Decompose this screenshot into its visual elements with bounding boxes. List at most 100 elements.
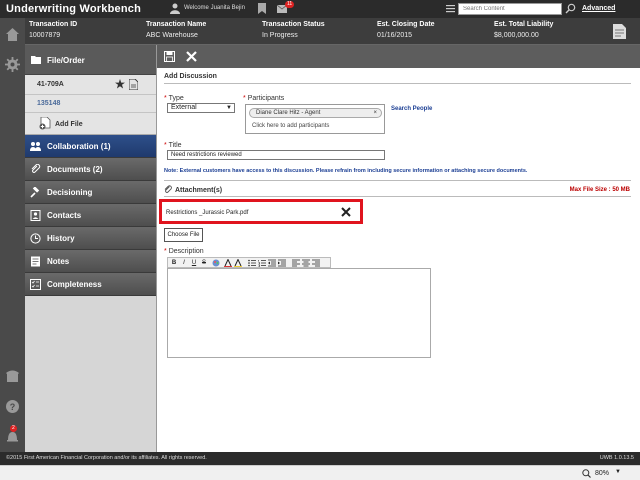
zoom-level: 80%	[595, 470, 610, 477]
search-people-link[interactable]: Search People	[391, 106, 432, 112]
mail-count-badge: 11	[285, 1, 295, 8]
section-title: Add Discussion	[164, 73, 217, 80]
copyright-text: ©2015 First American Financial Corporati…	[6, 455, 207, 461]
star-icon[interactable]	[115, 79, 125, 89]
transaction-header: Transaction ID 10007879 Transaction Name…	[25, 18, 640, 45]
add-file-button[interactable]: Add File	[25, 113, 156, 135]
notification-count-badge: 2	[10, 425, 17, 432]
phone-icon[interactable]	[5, 368, 20, 383]
editor-toolbar: B I U S	[167, 257, 331, 268]
participants-field[interactable]: Diane Clare Hitz - Agent × Click here to …	[245, 104, 385, 134]
file-sub-item[interactable]: 135148	[25, 95, 156, 113]
align-right-icon[interactable]	[312, 259, 320, 267]
folder-icon	[31, 56, 41, 64]
contacts-icon	[30, 210, 41, 221]
highlight-icon[interactable]	[234, 259, 242, 267]
divider	[164, 83, 631, 84]
participant-chip: Diane Clare Hitz - Agent ×	[249, 108, 382, 118]
file-order-header: File/Order	[25, 45, 156, 75]
document-icon[interactable]	[613, 24, 626, 39]
nav-item-documents[interactable]: Documents (2)	[25, 158, 156, 181]
transaction-status: Transaction Status In Progress	[262, 21, 325, 39]
file-sub-number: 135148	[37, 100, 61, 107]
align-center-icon[interactable]	[302, 259, 310, 267]
pdf-icon[interactable]	[129, 79, 138, 90]
nav-item-collaboration[interactable]: Collaboration (1)	[25, 135, 156, 158]
notes-icon	[31, 256, 40, 267]
help-icon[interactable]: ?	[5, 399, 20, 414]
list-icon[interactable]	[446, 4, 455, 13]
main-panel: Add Discussion * Type External ▼ * Partic…	[156, 45, 640, 452]
type-label: * Type	[164, 95, 184, 102]
nav-item-decisioning[interactable]: Decisioning	[25, 181, 156, 204]
title-input[interactable]: Need restrictions reviewed	[167, 150, 385, 160]
title-label: * Title	[164, 142, 182, 149]
max-file-size: Max File Size : 50 MB	[569, 187, 630, 193]
version-text: UWB 1.0.13.5	[599, 455, 634, 461]
side-nav: File/Order 41-709A 135148 Add File Colla…	[25, 45, 156, 452]
transaction-id: Transaction ID 10007879	[29, 21, 78, 39]
external-note: Note: External customers have access to …	[164, 168, 528, 174]
color-palette-icon[interactable]	[212, 259, 220, 267]
underline-button[interactable]: U	[190, 259, 198, 267]
search-icon[interactable]	[565, 3, 576, 14]
font-color-icon[interactable]	[224, 259, 232, 267]
svg-text:?: ?	[10, 402, 16, 412]
divider	[164, 180, 631, 181]
attachments-label: Attachment(s)	[175, 187, 223, 194]
strikethrough-button[interactable]: S	[200, 259, 208, 267]
italic-button[interactable]: I	[180, 259, 188, 267]
user-icon	[170, 3, 180, 14]
advanced-search-link[interactable]: Advanced	[582, 5, 615, 12]
gear-icon[interactable]	[5, 57, 20, 72]
add-file-label: Add File	[55, 121, 83, 128]
gavel-icon	[30, 187, 40, 198]
welcome-text: Welcome Juanita Bejin	[184, 5, 245, 11]
paperclip-icon	[31, 164, 41, 173]
browser-status-bar: 80% ▼	[0, 465, 640, 480]
add-file-icon	[39, 117, 51, 130]
form-toolbar	[157, 45, 640, 68]
remove-participant-icon[interactable]: ×	[373, 109, 377, 117]
file-id: 41-709A	[37, 81, 64, 88]
bold-button[interactable]: B	[170, 259, 178, 267]
nav-item-contacts[interactable]: Contacts	[25, 204, 156, 227]
bullet-list-icon[interactable]	[248, 259, 256, 267]
numbered-list-icon[interactable]	[258, 259, 266, 267]
remove-attachment-icon[interactable]	[341, 207, 351, 217]
choose-file-button[interactable]: Choose File	[164, 228, 203, 242]
left-rail: ? 2	[0, 18, 25, 452]
attachment-filename: Restrictions _Jurassic Park.pdf	[166, 210, 249, 216]
description-editor[interactable]	[167, 268, 431, 358]
type-select[interactable]: External ▼	[167, 103, 235, 113]
home-icon[interactable]	[5, 27, 20, 42]
nav-item-notes[interactable]: Notes	[25, 250, 156, 273]
clock-icon	[30, 233, 41, 244]
save-icon[interactable]	[164, 51, 175, 62]
collaboration-icon	[30, 142, 41, 151]
attachment-item: Restrictions _Jurassic Park.pdf	[159, 199, 363, 224]
app-title: Underwriting Workbench	[6, 3, 141, 15]
nav-item-history[interactable]: History	[25, 227, 156, 250]
attachment-paperclip-icon	[164, 185, 172, 193]
participants-label: * Participants	[243, 95, 285, 102]
chevron-down-icon: ▼	[226, 105, 232, 111]
zoom-dropdown-icon[interactable]: ▼	[615, 469, 621, 475]
checklist-icon	[30, 279, 41, 290]
description-label: * Description	[164, 248, 204, 255]
footer: ©2015 First American Financial Corporati…	[0, 452, 640, 465]
align-left-icon[interactable]	[292, 259, 300, 267]
est-closing-date: Est. Closing Date 01/16/2015	[377, 21, 435, 39]
divider	[164, 196, 631, 197]
zoom-icon[interactable]	[582, 469, 591, 478]
bookmark-icon[interactable]	[258, 3, 266, 14]
indent-icon[interactable]	[278, 259, 286, 267]
search-input[interactable]	[458, 3, 562, 15]
participants-hint[interactable]: Click here to add participants	[252, 123, 329, 129]
file-order-item[interactable]: 41-709A	[25, 75, 156, 95]
top-bar: Underwriting Workbench Welcome Juanita B…	[0, 0, 640, 18]
transaction-name: Transaction Name ABC Warehouse	[146, 21, 207, 39]
close-icon[interactable]	[186, 51, 197, 62]
outdent-icon[interactable]	[268, 259, 276, 267]
nav-item-completeness[interactable]: Completeness	[25, 273, 156, 296]
